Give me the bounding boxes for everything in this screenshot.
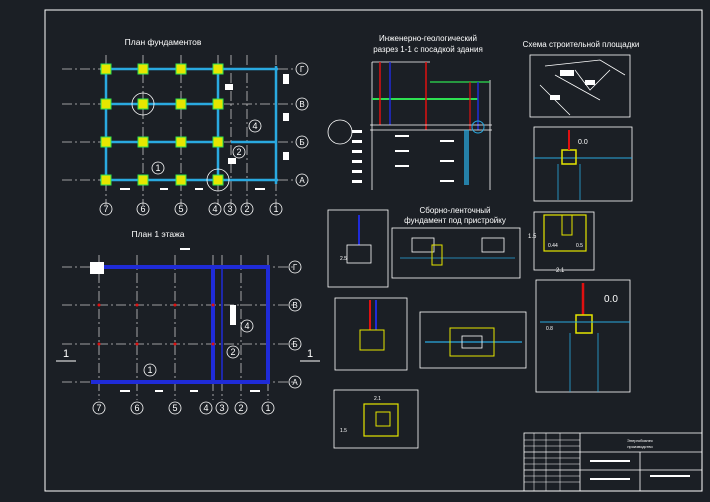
axis-b: Б bbox=[299, 138, 304, 147]
axis-4: 4 bbox=[212, 204, 217, 214]
cad-drawing-viewport[interactable]: План фундаментов 1 2 4 7 6 5 4 3 2 1 Г В… bbox=[0, 0, 710, 497]
dim-08: 0.8 bbox=[546, 326, 553, 332]
floor-axis-3: 3 bbox=[219, 403, 224, 413]
axis-g: Г bbox=[300, 65, 305, 74]
dim-21: 2.1 bbox=[374, 396, 381, 402]
dim-width-a: 1.5 bbox=[528, 234, 537, 240]
drawing-sheet: План фундаментов 1 2 4 7 6 5 4 3 2 1 Г В… bbox=[44, 9, 703, 492]
dim-15: 1.5 bbox=[340, 428, 347, 434]
axis-6: 6 bbox=[140, 204, 145, 214]
level-mark-b: 0.0 bbox=[604, 294, 618, 305]
foundation-plan: План фундаментов 1 2 4 7 6 5 4 3 2 1 Г В… bbox=[62, 37, 309, 216]
section-mark-right: 1 bbox=[307, 348, 313, 360]
floor-axis-b: Б bbox=[292, 340, 297, 349]
dim-width-b: 2.1 bbox=[556, 268, 565, 274]
area-marker-4: 4 bbox=[252, 121, 257, 131]
axis-v: В bbox=[299, 100, 304, 109]
sheet-frame bbox=[44, 9, 703, 492]
axis-5: 5 bbox=[178, 204, 183, 214]
title-block-line1: Энергобизнес bbox=[627, 438, 653, 443]
floor-axis-g: Г bbox=[293, 263, 298, 272]
floor-axis-v: В bbox=[292, 301, 297, 310]
dim-25: 2.5 bbox=[340, 256, 347, 262]
precast-title-2: фундамент под пристройку bbox=[404, 216, 506, 225]
axis-1: 1 bbox=[273, 204, 278, 214]
dim-05: 0.5 bbox=[576, 243, 583, 249]
axis-7: 7 bbox=[103, 204, 108, 214]
title-block: Энергобизнес производство bbox=[523, 432, 703, 492]
floor-area-4: 4 bbox=[244, 321, 249, 331]
foundation-plan-title: План фундаментов bbox=[125, 37, 202, 47]
floor-area-1: 1 bbox=[147, 365, 152, 375]
floor-axis-1: 1 bbox=[265, 403, 270, 413]
area-marker-1: 1 bbox=[155, 163, 160, 173]
level-mark-a: 0.0 bbox=[578, 139, 588, 146]
floor-axis-4: 4 bbox=[203, 403, 208, 413]
title-block-line2: производство bbox=[627, 444, 653, 449]
floor-axis-5: 5 bbox=[172, 403, 177, 413]
floor-axis-a: А bbox=[292, 378, 298, 387]
geo-section-title-2: разрез 1-1 с посадкой здания bbox=[373, 45, 483, 54]
site-plan-title: Схема строительной площадки bbox=[523, 40, 640, 49]
floor-axis-7: 7 bbox=[96, 403, 101, 413]
geo-section-title-1: Инженерно-геологический bbox=[379, 34, 477, 43]
floor-axis-2: 2 bbox=[238, 403, 243, 413]
detail-blocks: 2.5 Сборно-ленточный фундамент под прист… bbox=[327, 206, 631, 449]
area-marker-2: 2 bbox=[236, 147, 241, 157]
first-floor-plan-title: План 1 этажа bbox=[131, 229, 184, 239]
axis-a: А bbox=[299, 176, 305, 185]
dim-044: 0.44 bbox=[548, 243, 558, 249]
site-plan: Схема строительной площадки 0.0 bbox=[523, 40, 640, 202]
geological-section: Инженерно-геологический разрез 1-1 с пос… bbox=[327, 34, 492, 190]
floor-area-2: 2 bbox=[230, 347, 235, 357]
axis-2: 2 bbox=[244, 204, 249, 214]
precast-title-1: Сборно-ленточный bbox=[420, 206, 491, 215]
axis-3: 3 bbox=[227, 204, 232, 214]
section-mark-left: 1 bbox=[63, 348, 69, 360]
floor-axis-6: 6 bbox=[134, 403, 139, 413]
first-floor-plan: План 1 этажа 1 2 4 1 1 7 6 5 4 3 2 1 Г В… bbox=[56, 229, 320, 415]
